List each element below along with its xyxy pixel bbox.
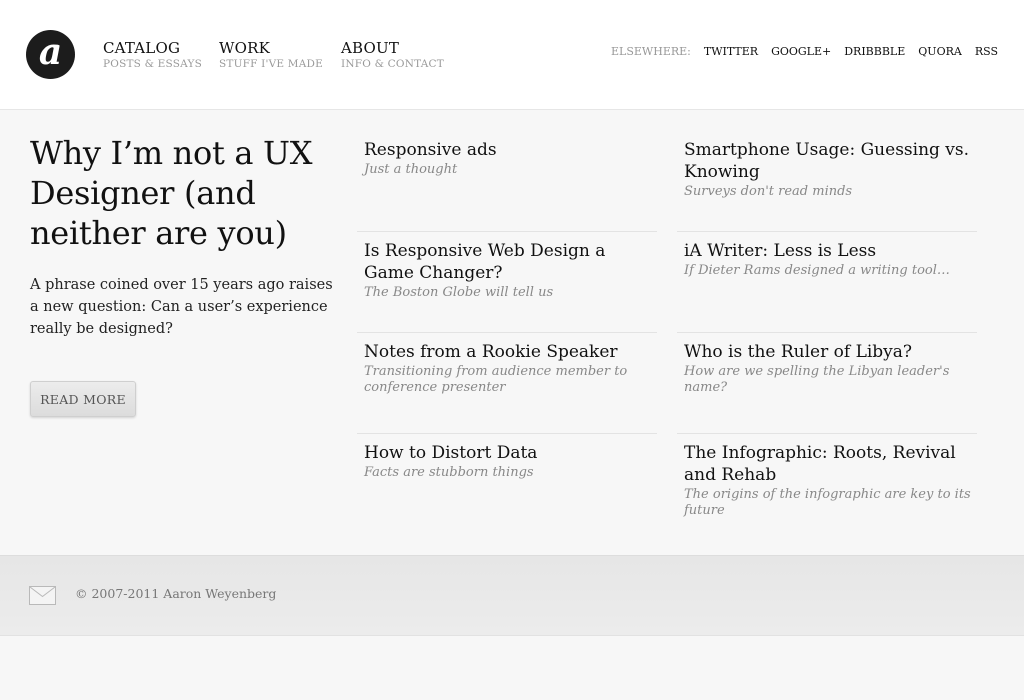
copyright-text: © 2007-2011 Aaron Weyenberg: [75, 586, 277, 601]
page-bottom: [0, 637, 1024, 700]
elsewhere-label: ELSEWHERE:: [611, 45, 691, 58]
nav-item-work[interactable]: WORK STUFF I'VE MADE: [219, 39, 323, 70]
post-item[interactable]: Who is the Ruler of Libya? How are we sp…: [677, 332, 977, 396]
post-subtitle: Just a thought: [364, 162, 458, 177]
nav-item-catalog[interactable]: CATALOG POSTS & ESSAYS: [103, 39, 202, 70]
post-item[interactable]: Is Responsive Web Design a Game Changer?…: [357, 231, 657, 301]
post-title: Notes from a Rookie Speaker: [364, 342, 618, 362]
site-footer: © 2007-2011 Aaron Weyenberg: [0, 555, 1024, 636]
post-title: Responsive ads: [364, 140, 497, 160]
post-item[interactable]: The Infographic: Roots, Revival and Reha…: [677, 433, 977, 519]
post-subtitle: Transitioning from audience member to co…: [364, 364, 628, 395]
post-title: How to Distort Data: [364, 443, 538, 463]
google-plus-link[interactable]: GOOGLE+: [771, 45, 831, 58]
post-item[interactable]: Responsive ads Just a thought: [357, 139, 657, 178]
nav-title: ABOUT: [341, 39, 400, 57]
nav-item-about[interactable]: ABOUT INFO & CONTACT: [341, 39, 444, 70]
nav-title: CATALOG: [103, 39, 181, 57]
mail-icon[interactable]: [29, 586, 56, 605]
featured-post: Why I’m not a UX Designer (and neither a…: [30, 133, 335, 417]
elsewhere-links: ELSEWHERE: TWITTER GOOGLE+ DRIBBBLE QUOR…: [611, 45, 998, 58]
post-subtitle: Surveys don't read minds: [684, 184, 853, 199]
featured-title[interactable]: Why I’m not a UX Designer (and neither a…: [30, 133, 335, 253]
featured-excerpt: A phrase coined over 15 years ago raises…: [30, 277, 333, 337]
twitter-link[interactable]: TWITTER: [704, 45, 758, 58]
post-item[interactable]: How to Distort Data Facts are stubborn t…: [357, 433, 657, 481]
post-subtitle: The Boston Globe will tell us: [364, 285, 554, 300]
dribbble-link[interactable]: DRIBBBLE: [844, 45, 905, 58]
nav-subtitle: STUFF I'VE MADE: [219, 58, 323, 70]
site-header: a CATALOG POSTS & ESSAYS WORK STUFF I'VE…: [0, 0, 1024, 110]
nav-title: WORK: [219, 39, 271, 57]
main-content: Why I’m not a UX Designer (and neither a…: [0, 111, 1024, 555]
nav-subtitle: INFO & CONTACT: [341, 58, 444, 70]
post-title: The Infographic: Roots, Revival and Reha…: [684, 443, 956, 485]
post-title: iA Writer: Less is Less: [684, 241, 877, 261]
nav-subtitle: POSTS & ESSAYS: [103, 58, 203, 70]
post-title: Is Responsive Web Design a Game Changer?: [364, 241, 606, 283]
post-title: Smartphone Usage: Guessing vs. Knowing: [684, 140, 970, 182]
site-logo[interactable]: a: [26, 30, 75, 79]
post-item[interactable]: iA Writer: Less is Less If Dieter Rams d…: [677, 231, 977, 279]
logo-letter: a: [38, 30, 63, 73]
post-title: Who is the Ruler of Libya?: [684, 342, 913, 362]
post-item[interactable]: Notes from a Rookie Speaker Transitionin…: [357, 332, 657, 396]
rss-link[interactable]: RSS: [975, 45, 998, 58]
post-subtitle: How are we spelling the Libyan leader's …: [684, 364, 950, 395]
post-subtitle: If Dieter Rams designed a writing tool…: [684, 263, 950, 278]
post-subtitle: The origins of the infographic are key t…: [684, 487, 971, 518]
post-subtitle: Facts are stubborn things: [364, 465, 534, 480]
read-more-button[interactable]: READ MORE: [30, 381, 136, 417]
quora-link[interactable]: QUORA: [918, 45, 962, 58]
post-item[interactable]: Smartphone Usage: Guessing vs. Knowing S…: [677, 139, 977, 200]
